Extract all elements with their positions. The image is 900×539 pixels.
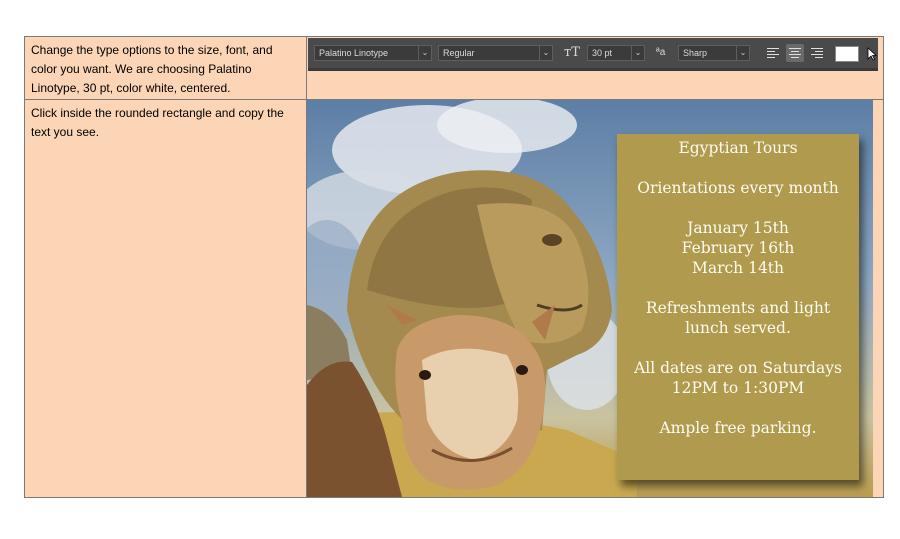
align-right-button[interactable] [808,44,826,62]
antialias-icon: ªa [656,47,666,58]
font-size-dropdown[interactable]: 30 pt ⌄ [587,45,645,61]
instruction-table: Change the type options to the size, fon… [24,36,884,498]
column-divider [306,37,307,497]
chevron-down-icon: ⌄ [539,46,552,60]
flyer-orientation: Orientations every month [637,179,839,197]
chevron-down-icon: ⌄ [736,46,749,60]
rounded-rectangle-flyer[interactable]: Egyptian Tours Orientations every month … [617,134,859,480]
align-center-button[interactable] [786,44,804,62]
flyer-date: February 16th [681,239,795,257]
flyer-refreshments: Refreshments and light [645,299,831,317]
flyer-parking: Ample free parking. [659,419,817,437]
step2-text: Click inside the rounded rectangle and c… [31,106,284,139]
flyer-refreshments: lunch served. [685,319,791,337]
font-style-value: Regular [443,48,475,58]
flyer-time: 12PM to 1:30PM [671,379,805,397]
font-family-value: Palatino Linotype [319,48,389,58]
table-row: Change the type options to the size, fon… [25,37,883,100]
chevron-down-icon: ⌄ [631,46,644,60]
sphinx-camel-photo: Egyptian Tours Orientations every month … [307,100,873,497]
font-family-dropdown[interactable]: Palatino Linotype ⌄ [314,45,432,61]
font-style-dropdown[interactable]: Regular ⌄ [438,45,553,61]
text-color-swatch[interactable] [835,46,859,62]
type-options-bar: Palatino Linotype ⌄ Regular ⌄ ᴛT 30 pt ⌄… [308,38,878,71]
antialias-value: Sharp [683,48,708,58]
step1-text: Change the type options to the size, fon… [31,43,273,95]
antialias-dropdown[interactable]: Sharp ⌄ [678,45,750,61]
flyer-title: Egyptian Tours [678,139,798,157]
table-row: Click inside the rounded rectangle and c… [25,100,883,497]
flyer-date: January 15th [687,219,789,237]
cursor-icon [867,47,877,61]
flyer-date: March 14th [691,259,785,277]
align-left-button[interactable] [764,44,782,62]
font-size-value: 30 pt [592,48,613,58]
flyer-saturdays: All dates are on Saturdays [634,359,842,377]
chevron-down-icon: ⌄ [418,46,431,60]
font-size-icon: ᴛT [564,45,580,60]
